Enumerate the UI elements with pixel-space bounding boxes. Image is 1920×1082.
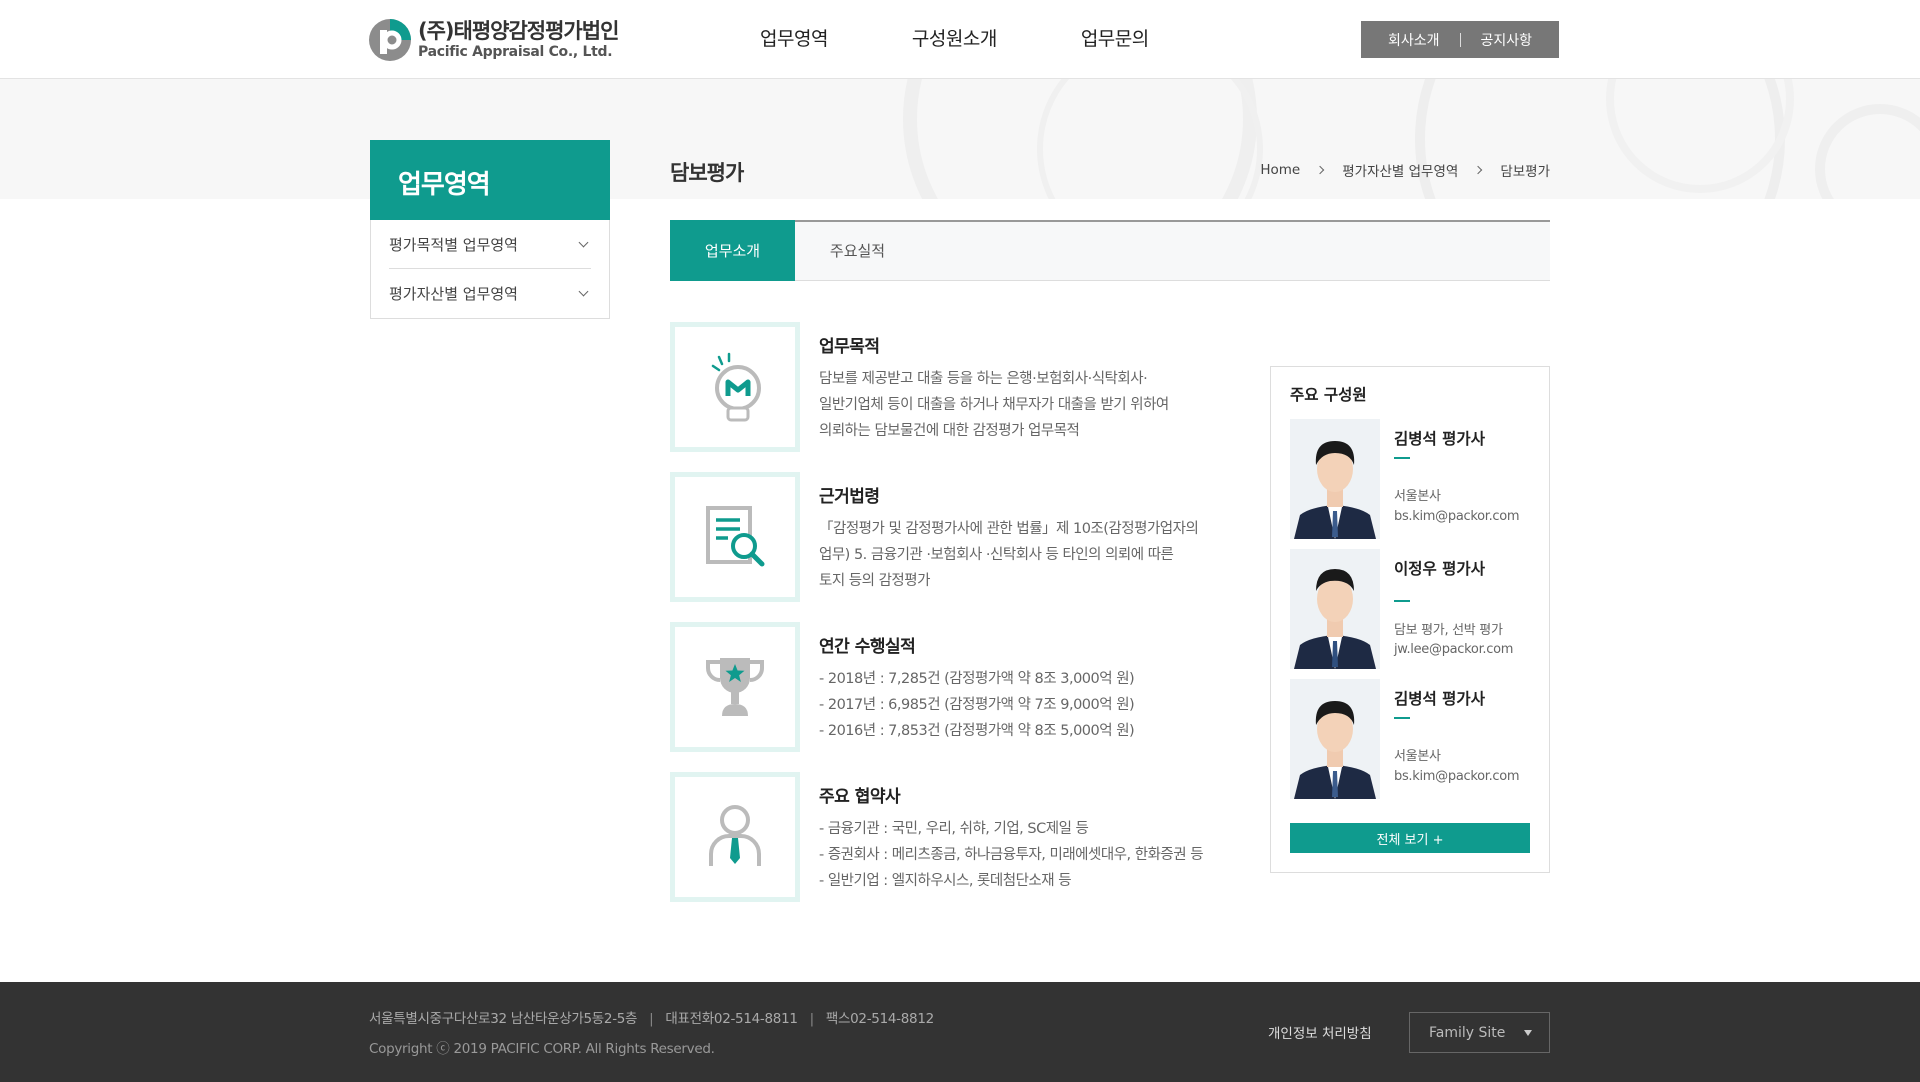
site-header: (주)태평양감정평가법인 Pacific Appraisal Co., Ltd.…	[0, 0, 1920, 79]
member-email: jw.lee@packor.com	[1394, 642, 1514, 657]
key-members-panel: 주요 구성원 김병석 평가사 서울본사 bs.kim@packor.com 이정…	[1270, 366, 1550, 873]
member-office: 서울본사	[1394, 749, 1441, 764]
nav-item-inquiry[interactable]: 업무문의	[1081, 24, 1149, 51]
section-line: 토지 등의 감정평가	[819, 573, 930, 589]
breadcrumb-category[interactable]: 평가자산별 업무영역	[1342, 160, 1458, 180]
member-name-underline	[1394, 457, 1410, 459]
member-photo	[1290, 549, 1380, 669]
tab-performance[interactable]: 주요실적	[795, 220, 920, 280]
section-line: - 2016년 : 7,853건 (감정평가액 약 8조 5,000억 원)	[819, 723, 1135, 739]
section-heading: 연간 수행실적	[819, 637, 916, 657]
notice-link[interactable]: 공지사항	[1461, 30, 1553, 50]
lightbulb-icon	[670, 322, 800, 452]
site-footer: 서울특별시중구다산로32 남산타운상가5동2-5층 | 대표전화02-514-881…	[0, 982, 1920, 1082]
section-line: - 금융기관 : 국민, 우리, 쉬햐, 기업, SC제일 등	[819, 821, 1089, 837]
section-line: 일반기업체 등이 대출을 하거나 채무자가 대출을 받기 위하여	[819, 397, 1169, 413]
nav-item-business[interactable]: 업무영역	[760, 24, 828, 51]
family-site-label: Family Site	[1429, 1024, 1506, 1041]
footer-tel: 대표전화02-514-8811	[665, 1011, 798, 1027]
logo-mark-icon	[368, 18, 412, 62]
section-heading: 주요 협약사	[819, 787, 901, 807]
tab-introduction[interactable]: 업무소개	[670, 220, 795, 281]
member-card[interactable]: 김병석 평가사 서울본사 bs.kim@packor.com	[1290, 419, 1530, 539]
side-nav-item-purpose[interactable]: 평가목적별 업무영역	[389, 220, 591, 269]
member-photo	[1290, 679, 1380, 799]
footer-contact: 서울특별시중구다산로32 남산타운상가5동2-5층 | 대표전화02-514-881…	[369, 1007, 934, 1027]
chevron-right-icon	[1474, 165, 1483, 175]
member-name-underline	[1394, 600, 1410, 602]
member-name: 이정우 평가사	[1394, 560, 1485, 578]
breadcrumb-home[interactable]: Home	[1260, 162, 1300, 178]
member-name: 김병석 평가사	[1394, 430, 1485, 448]
utility-menu: 회사소개 공지사항	[1361, 21, 1559, 58]
member-email: bs.kim@packor.com	[1394, 769, 1520, 784]
breadcrumb: Home 평가자산별 업무영역 담보평가	[1260, 160, 1550, 180]
section-line: 의뢰하는 담보물건에 대한 감정평가 업무목적	[819, 423, 1080, 439]
main-nav: 업무영역 구성원소개 업무문의	[760, 24, 1233, 51]
chevron-down-icon	[578, 237, 589, 247]
logo-korean-name: (주)태평양감정평가법인	[418, 19, 619, 44]
content-tabs: 업무소개 주요실적	[670, 220, 1550, 281]
breadcrumb-current: 담보평가	[1500, 164, 1550, 180]
chevron-down-icon	[578, 286, 589, 297]
family-site-select[interactable]: Family Site	[1409, 1012, 1550, 1053]
trophy-icon	[670, 622, 800, 752]
business-section: 주요 협약사 - 금융기관 : 국민, 우리, 쉬햐, 기업, SC제일 등 -…	[670, 772, 1240, 902]
section-line: - 증권회사 : 메리츠종금, 하나금융투자, 미래에셋대우, 한화증권 등	[819, 847, 1204, 863]
member-name: 김병석 평가사	[1394, 690, 1485, 708]
side-nav-list: 평가목적별 업무영역 평가자산별 업무영역	[370, 220, 610, 319]
section-line: - 2018년 : 7,285건 (감정평가액 약 8조 3,000억 원)	[819, 671, 1135, 687]
members-title: 주요 구성원	[1290, 386, 1367, 404]
side-nav: 업무영역 평가목적별 업무영역 평가자산별 업무영역	[370, 140, 610, 319]
privacy-policy-link[interactable]: 개인정보 처리방침	[1268, 1022, 1372, 1042]
footer-address: 서울특별시중구다산로32 남산타운상가5동2-5층	[369, 1011, 638, 1027]
nav-item-members[interactable]: 구성원소개	[912, 24, 997, 51]
section-heading: 근거법령	[819, 487, 880, 507]
footer-separator: |	[649, 1011, 654, 1027]
business-section: 근거법령 「감정평가 및 감정평가사에 관한 법률」제 10조(감정평가업자의 …	[670, 472, 1240, 602]
section-line: 업무) 5. 금융기관 ·보험회사 ·신탁회사 등 타인의 의뢰에 따른	[819, 547, 1174, 563]
member-specialty: 담보 평가, 선박 평가	[1394, 623, 1503, 638]
section-line: - 2017년 : 6,985건 (감정평가액 약 7조 9,000억 원)	[819, 697, 1135, 713]
footer-copyright: Copyright ⓒ 2019 PACIFIC CORP. All Right…	[369, 1041, 715, 1057]
page-title: 담보평가	[670, 161, 744, 185]
side-nav-item-asset[interactable]: 평가자산별 업무영역	[389, 269, 591, 318]
section-line: 담보를 제공받고 대출 등을 하는 은행·보험회사·식탁회사·	[819, 371, 1148, 387]
site-logo[interactable]: (주)태평양감정평가법인 Pacific Appraisal Co., Ltd.	[368, 16, 619, 64]
company-intro-link[interactable]: 회사소개	[1368, 30, 1460, 50]
page: (주)태평양감정평가법인 Pacific Appraisal Co., Ltd.…	[0, 0, 1920, 1082]
section-line: - 일반기업 : 엘지하우시스, 롯데첨단소재 등	[819, 873, 1072, 889]
side-nav-title: 업무영역	[370, 140, 610, 220]
view-all-button[interactable]: 전체 보기 +	[1290, 823, 1530, 853]
person-tie-icon	[670, 772, 800, 902]
member-office: 서울본사	[1394, 489, 1441, 504]
logo-english-name: Pacific Appraisal Co., Ltd.	[418, 44, 613, 61]
caret-down-icon	[1524, 1029, 1532, 1036]
section-line: 「감정평가 및 감정평가사에 관한 법률」제 10조(감정평가업자의	[819, 521, 1199, 537]
member-card[interactable]: 김병석 평가사 서울본사 bs.kim@packor.com	[1290, 679, 1530, 799]
side-nav-item-label: 평가목적별 업무영역	[389, 235, 518, 254]
business-section: 연간 수행실적 - 2018년 : 7,285건 (감정평가액 약 8조 3,0…	[670, 622, 1240, 752]
member-card[interactable]: 이정우 평가사 담보 평가, 선박 평가 jw.lee@packor.com	[1290, 549, 1530, 669]
sub-visual-banner	[0, 79, 1920, 199]
chevron-right-icon	[1315, 165, 1325, 175]
member-email: bs.kim@packor.com	[1394, 509, 1520, 524]
business-section: 업무목적 담보를 제공받고 대출 등을 하는 은행·보험회사·식탁회사· 일반기…	[670, 322, 1240, 452]
section-heading: 업무목적	[819, 337, 880, 357]
member-photo	[1290, 419, 1380, 539]
footer-separator: |	[809, 1011, 815, 1027]
member-name-underline	[1394, 717, 1410, 719]
business-sections: 업무목적 담보를 제공받고 대출 등을 하는 은행·보험회사·식탁회사· 일반기…	[670, 322, 1240, 922]
footer-fax: 팩스02-514-8812	[825, 1011, 934, 1027]
document-search-icon	[670, 472, 800, 602]
side-nav-item-label: 평가자산별 업무영역	[389, 285, 518, 303]
background-pattern-icon	[903, 79, 1920, 199]
